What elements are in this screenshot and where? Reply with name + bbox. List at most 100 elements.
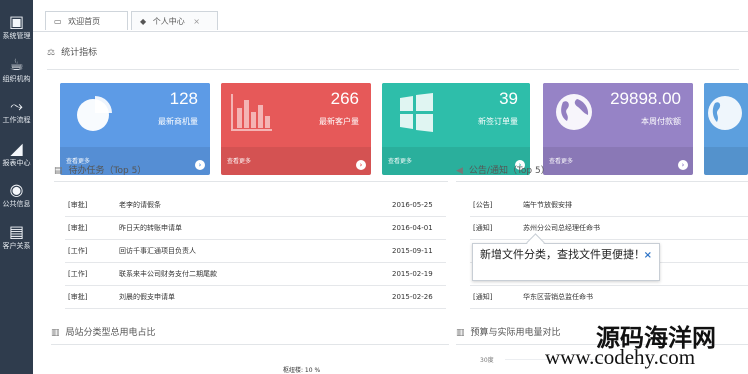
task-date: 2015-02-19: [392, 270, 433, 278]
monitor-icon: ▭: [54, 17, 62, 26]
bar-chart-icon: [231, 94, 272, 131]
task-title: 昨日天的转账申请单: [119, 224, 182, 232]
task-tag: [工作]: [68, 270, 88, 278]
tab-label: 欢迎首页: [68, 17, 101, 26]
task-date: 2016-04-01: [392, 224, 433, 232]
close-icon[interactable]: ×: [644, 248, 652, 264]
stat-card-payments[interactable]: 29898.00 本周付款额 查看更多 ›: [543, 83, 693, 175]
notice-tag: [通知]: [473, 293, 493, 301]
stat-card-orders[interactable]: 39 新签订单量 查看更多 ›: [382, 83, 530, 175]
pie-label: 枢纽楼: 10 %: [283, 367, 321, 374]
chart-icon: ▥: [456, 328, 465, 338]
task-row[interactable]: [工作] 回访千事汇通项目负责人 2015-09-11: [65, 240, 446, 263]
view-more-link[interactable]: 查看更多: [227, 156, 251, 165]
axis-label: 30度: [480, 357, 494, 364]
task-title: 刘晨的假支申请单: [119, 293, 175, 301]
power-ratio-section-title: ▥ 局站分类型总用电占比: [51, 328, 156, 338]
cup-icon: ☕: [9, 55, 24, 74]
stat-value: 128: [169, 89, 198, 108]
sidebar-item-label: 工作流程: [2, 116, 31, 124]
task-row[interactable]: [工作] 联系来丰公司财务支付二期尾款 2015-02-19: [65, 263, 446, 286]
sidebar-item-label: 组织机构: [2, 75, 31, 83]
list-icon: ▤: [54, 166, 63, 176]
tab-personal-center[interactable]: ◆ 个人中心 ×: [131, 11, 218, 30]
card-footer: [704, 147, 748, 175]
sidebar-item-workflow[interactable]: ⤳ 工作流程: [0, 96, 33, 134]
task-row[interactable]: [审批] 昨日天的转账申请单 2016-04-01: [65, 217, 446, 240]
globe-icon: ◉: [9, 180, 24, 199]
notice-tag: [公告]: [473, 201, 493, 209]
notice-tag: [通知]: [473, 224, 493, 232]
stat-card-customers[interactable]: 266 最新客户量 查看更多 ›: [221, 83, 371, 175]
notice-row[interactable]: [通知] 华东区营销总监任命书: [470, 286, 748, 309]
tooltip-text: 新增文件分类，查找文件更便捷！: [480, 248, 645, 261]
close-icon[interactable]: ×: [193, 17, 200, 26]
view-more-link[interactable]: 查看更多: [388, 156, 412, 165]
sidebar-item-reports[interactable]: ◢ 报表中心: [0, 139, 33, 177]
arrow-right-icon[interactable]: ›: [356, 160, 366, 170]
budget-comparison-section-title: ▥ 预算与实际用电量对比: [456, 328, 561, 338]
sidebar: ▣ 系统管理 ☕ 组织机构 ⤳ 工作流程 ◢ 报表中心 ◉ 公共信息 ▤ 客户关…: [0, 0, 33, 374]
notice-title: 华东区营销总监任命书: [523, 293, 593, 301]
watermark-url: www.codehy.com: [545, 345, 696, 369]
sidebar-item-label: 公共信息: [2, 200, 31, 208]
sidebar-item-organization[interactable]: ☕ 组织机构: [0, 55, 33, 93]
stats-section-title: ⚖ 统计指标: [47, 48, 98, 58]
divider: [456, 181, 748, 182]
user-icon: ◆: [140, 17, 147, 26]
tab-label: 个人中心: [152, 17, 185, 26]
task-date: 2016-05-25: [392, 201, 433, 209]
task-row[interactable]: [审批] 老李的请假条 2016-05-25: [65, 194, 446, 217]
task-date: 2015-09-11: [392, 247, 433, 255]
globe-icon: [556, 94, 592, 130]
stat-label: 本周付款额: [641, 117, 681, 126]
sidebar-item-public-info[interactable]: ◉ 公共信息: [0, 180, 33, 218]
notice-row[interactable]: [公告] 端午节放假安排: [470, 194, 748, 217]
tab-welcome[interactable]: ▭ 欢迎首页: [45, 11, 128, 30]
stat-value: 39: [499, 89, 518, 108]
stat-value: 266: [330, 89, 359, 108]
chart-icon: ◢: [10, 139, 23, 158]
divider: [54, 181, 448, 182]
tab-bar: ▭ 欢迎首页 ◆ 个人中心 ×: [33, 0, 748, 32]
sidebar-item-label: 报表中心: [2, 159, 31, 167]
notice-row[interactable]: [通知] 苏州分公司总经理任命书: [470, 217, 748, 240]
divider: [47, 69, 739, 70]
task-tag: [审批]: [68, 224, 88, 232]
divider: [51, 344, 449, 345]
stat-label: 最新商机量: [158, 117, 198, 126]
stat-value: 29898.00: [610, 89, 681, 108]
sidebar-item-label: 系统管理: [2, 32, 31, 40]
globe-icon: [708, 96, 742, 130]
task-tag: [审批]: [68, 293, 88, 301]
notices-section-title: ◀ 公告/通知（Top 5）: [456, 166, 550, 176]
sidebar-item-system[interactable]: ▣ 系统管理: [0, 12, 33, 50]
scale-icon: ⚖: [47, 48, 56, 58]
view-more-link[interactable]: 查看更多: [549, 156, 573, 165]
chart-icon: ▥: [51, 328, 60, 338]
task-tag: [审批]: [68, 201, 88, 209]
task-date: 2015-02-26: [392, 293, 433, 301]
task-title: 回访千事汇通项目负责人: [119, 247, 196, 255]
file-category-tooltip: 新增文件分类，查找文件更便捷！ ×: [472, 243, 660, 281]
sidebar-item-customer[interactable]: ▤ 客户关系: [0, 222, 33, 260]
task-tag: [工作]: [68, 247, 88, 255]
stat-card-opportunities[interactable]: 128 最新商机量 查看更多 ›: [60, 83, 210, 175]
pie-icon: [77, 96, 112, 131]
stat-label: 最新客户量: [319, 117, 359, 126]
windows-icon: [400, 93, 433, 132]
arrow-right-icon[interactable]: ›: [678, 160, 688, 170]
task-row[interactable]: [审批] 刘晨的假支申请单 2015-02-26: [65, 286, 446, 309]
share-icon: ⤳: [10, 96, 23, 115]
task-title: 老李的请假条: [119, 201, 161, 209]
briefcase-icon: ▤: [8, 222, 25, 241]
notice-title: 端午节放假安排: [523, 201, 572, 209]
stat-card-partial[interactable]: [704, 83, 748, 175]
stat-label: 新签订单量: [478, 117, 518, 126]
megaphone-icon: ◀: [456, 166, 463, 176]
arrow-right-icon[interactable]: ›: [195, 160, 205, 170]
tasks-section-title: ▤ 待办任务（Top 5）: [54, 166, 147, 176]
monitor-icon: ▣: [8, 12, 25, 31]
sidebar-item-label: 客户关系: [2, 242, 31, 250]
task-title: 联系来丰公司财务支付二期尾款: [119, 270, 217, 278]
